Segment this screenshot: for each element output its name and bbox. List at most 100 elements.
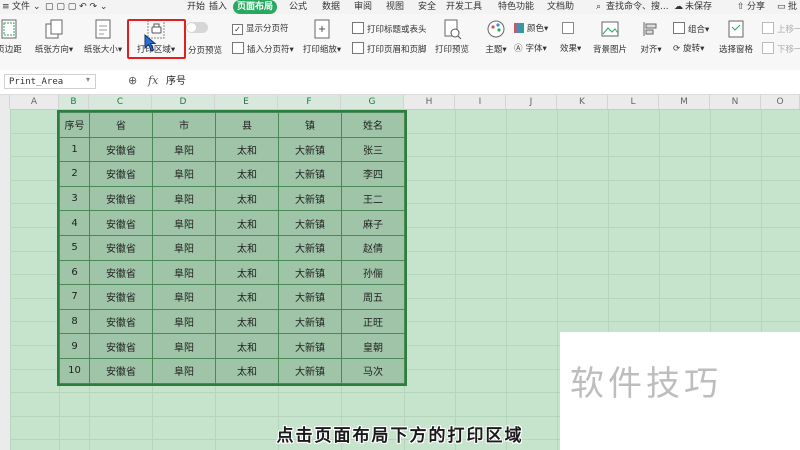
table-cell[interactable]: 安徽省	[89, 136, 153, 163]
menu-file[interactable]: 文件	[12, 0, 30, 14]
table-cell[interactable]: 麻子	[341, 210, 405, 236]
header-cell[interactable]: 市	[152, 112, 216, 138]
column-header[interactable]: N	[710, 95, 761, 109]
table-cell[interactable]: 大新镇	[278, 210, 342, 236]
table-cell[interactable]: 阜阳	[152, 210, 216, 236]
column-header[interactable]: O	[761, 95, 800, 109]
table-cell[interactable]: 阜阳	[152, 234, 216, 261]
colors-button[interactable]: 颜色▾	[514, 22, 548, 36]
select-all-corner[interactable]	[0, 95, 10, 109]
align-button[interactable]: 对齐▾	[640, 18, 662, 55]
table-cell[interactable]: 太和	[215, 210, 279, 236]
table-cell[interactable]: 1	[59, 136, 90, 163]
chevron-down-icon[interactable]: ⌄	[33, 0, 41, 14]
fonts-button[interactable]: Ⓐ 字体▾	[514, 42, 547, 56]
table-cell[interactable]: 太和	[215, 357, 279, 384]
paper-size-button[interactable]: 纸张大小▾	[82, 18, 124, 55]
print-area-table[interactable]: 序号 省 市 县 镇 姓名 1 安徽省 阜阳 太和 大新镇 张三 2 安徽省 阜阳 太和 大新镇 李四…	[57, 110, 407, 386]
tab-formulas[interactable]: 公式	[289, 0, 307, 14]
selection-pane-button[interactable]: 选择窗格	[718, 18, 754, 55]
table-cell[interactable]: 9	[59, 333, 90, 359]
tab-page-layout[interactable]: 页面布局	[233, 0, 278, 14]
table-cell[interactable]: 安徽省	[89, 308, 153, 335]
rotate-button[interactable]: ⟳ 旋转▾	[673, 42, 704, 56]
menu-hamburger-icon[interactable]: ≡	[2, 0, 10, 14]
show-page-breaks-checkbox[interactable]: ✓ 显示分页符	[232, 22, 289, 36]
search-icon[interactable]: ⌕	[596, 0, 601, 14]
formula-input[interactable]: 序号	[166, 74, 186, 90]
tab-doc-assistant[interactable]: 文档助	[547, 0, 574, 14]
tab-security[interactable]: 安全	[418, 0, 436, 14]
table-cell[interactable]: 阜阳	[152, 357, 216, 384]
insert-page-break-button[interactable]: 插入分页符▾	[232, 42, 294, 56]
table-cell[interactable]: 2	[59, 161, 90, 187]
table-cell[interactable]: 8	[59, 308, 90, 335]
table-cell[interactable]: 孙俪	[341, 259, 405, 286]
tab-review[interactable]: 审阅	[354, 0, 372, 14]
table-cell[interactable]: 大新镇	[278, 308, 342, 335]
table-cell[interactable]: 张三	[341, 136, 405, 163]
bring-forward-button[interactable]: 上移一	[762, 22, 800, 36]
theme-button[interactable]: 主题▾	[482, 18, 510, 55]
unsaved-status[interactable]: 未保存	[685, 0, 712, 14]
fx-icon[interactable]: fx	[148, 74, 158, 87]
column-header[interactable]: G	[341, 95, 404, 109]
table-cell[interactable]: 4	[59, 210, 90, 236]
table-cell[interactable]: 安徽省	[89, 185, 153, 212]
tab-special[interactable]: 特色功能	[498, 0, 534, 14]
table-cell[interactable]: 太和	[215, 284, 279, 310]
table-cell[interactable]: 7	[59, 284, 90, 310]
table-cell[interactable]: 大新镇	[278, 357, 342, 384]
table-cell[interactable]: 大新镇	[278, 333, 342, 359]
share-button[interactable]: 分享	[747, 0, 765, 14]
column-header[interactable]: J	[506, 95, 557, 109]
print-scale-button[interactable]: 打印缩放▾	[302, 18, 342, 55]
group-button[interactable]: 组合▾	[673, 22, 709, 36]
table-cell[interactable]: 李四	[341, 161, 405, 187]
tab-data[interactable]: 数据	[322, 0, 340, 14]
table-cell[interactable]: 正旺	[341, 308, 405, 335]
print-header-footer-button[interactable]: 打印页眉和页脚	[352, 42, 427, 56]
column-header[interactable]: B	[59, 95, 89, 109]
orientation-button[interactable]: 纸张方向▾	[34, 18, 74, 55]
table-cell[interactable]: 大新镇	[278, 185, 342, 212]
tab-home[interactable]: 开始	[187, 0, 205, 14]
table-cell[interactable]: 阜阳	[152, 136, 216, 163]
table-cell[interactable]: 5	[59, 234, 90, 261]
table-cell[interactable]: 安徽省	[89, 333, 153, 359]
table-cell[interactable]: 6	[59, 259, 90, 286]
header-cell[interactable]: 镇	[278, 112, 342, 138]
page-break-preview-button[interactable]: 分页预览	[188, 44, 222, 56]
tab-insert[interactable]: 插入	[209, 0, 227, 14]
table-cell[interactable]: 安徽省	[89, 284, 153, 310]
table-cell[interactable]: 安徽省	[89, 259, 153, 286]
column-header[interactable]: L	[608, 95, 659, 109]
table-cell[interactable]: 阜阳	[152, 333, 216, 359]
table-cell[interactable]: 大新镇	[278, 259, 342, 286]
toolbar-quick-icons[interactable]: ▢ ▢ ▢ ↶ ↷ ⌄	[45, 0, 107, 14]
table-cell[interactable]: 太和	[215, 333, 279, 359]
table-cell[interactable]: 大新镇	[278, 136, 342, 163]
print-preview-button[interactable]: 打印预览	[434, 18, 470, 55]
table-cell[interactable]: 太和	[215, 234, 279, 261]
header-cell[interactable]: 姓名	[341, 112, 405, 138]
table-cell[interactable]: 阜阳	[152, 185, 216, 212]
table-cell[interactable]: 马次	[341, 357, 405, 384]
table-cell[interactable]: 安徽省	[89, 210, 153, 236]
column-header[interactable]: A	[10, 95, 59, 109]
table-cell[interactable]: 太和	[215, 308, 279, 335]
chevron-down-icon[interactable]: ▾	[86, 75, 90, 84]
background-image-button[interactable]: 背景图片	[592, 18, 628, 55]
table-cell[interactable]: 阜阳	[152, 284, 216, 310]
table-cell[interactable]: 阜阳	[152, 259, 216, 286]
table-cell[interactable]: 周五	[341, 284, 405, 310]
table-cell[interactable]: 大新镇	[278, 284, 342, 310]
column-header[interactable]: E	[215, 95, 278, 109]
table-cell[interactable]: 太和	[215, 161, 279, 187]
column-header[interactable]: I	[455, 95, 506, 109]
tab-view[interactable]: 视图	[386, 0, 404, 14]
column-header[interactable]: M	[659, 95, 710, 109]
tab-developer[interactable]: 开发工具	[446, 0, 482, 14]
table-cell[interactable]: 太和	[215, 185, 279, 212]
header-cell[interactable]: 省	[89, 112, 153, 138]
